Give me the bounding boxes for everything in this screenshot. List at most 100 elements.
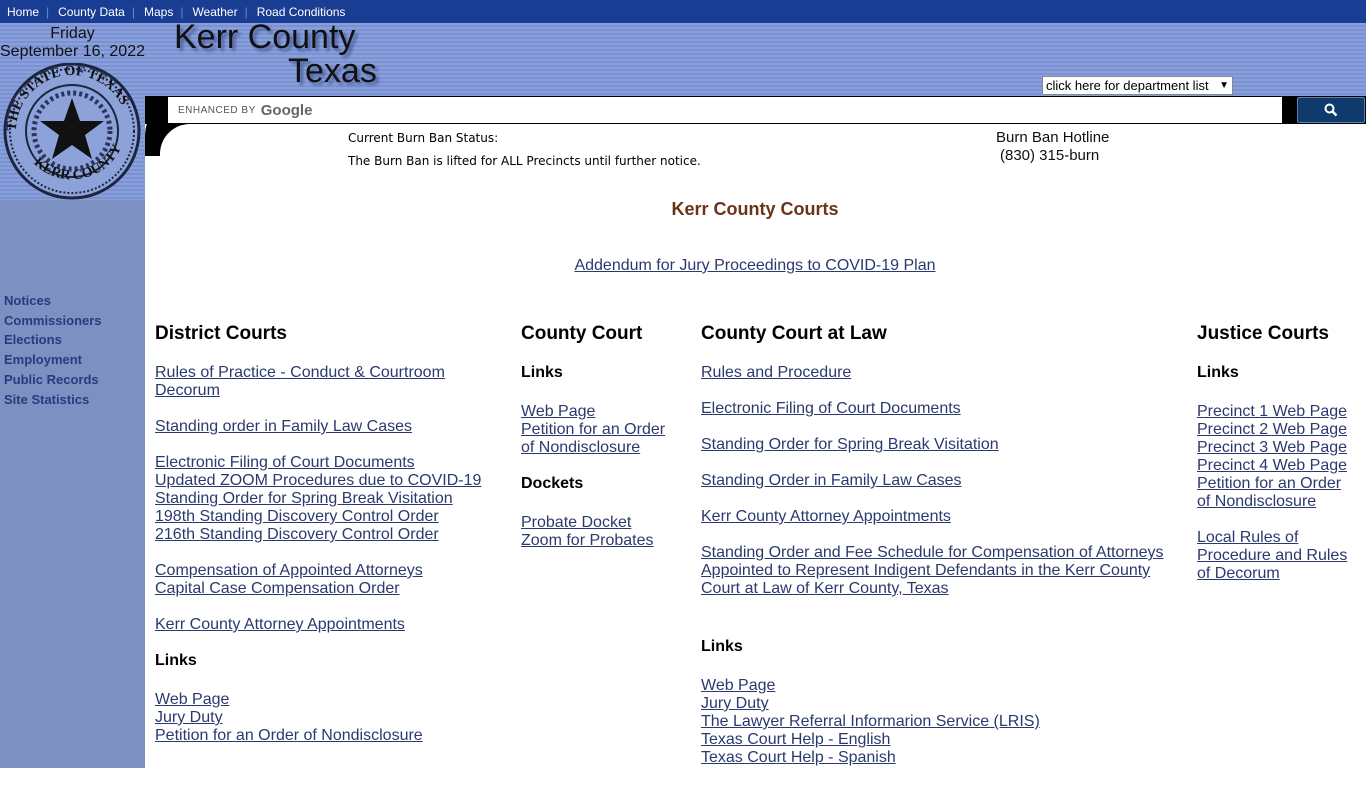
court-link[interactable]: Precinct 4 Web Page [1197, 457, 1357, 475]
sidebar-item-site-statistics[interactable]: Site Statistics [4, 390, 102, 410]
link-group: Rules of Practice - Conduct & Courtroom … [155, 364, 500, 400]
nav-home[interactable]: Home [7, 5, 39, 19]
burn-ban-label: Current Burn Ban Status: [348, 131, 499, 145]
court-link[interactable]: Capital Case Compensation Order [155, 580, 500, 598]
nav-county-data[interactable]: County Data [58, 5, 125, 19]
link-group: Kerr County Attorney Appointments [155, 616, 500, 634]
court-link[interactable]: Petition for an Order of Nondisclosure [1197, 475, 1357, 511]
court-link[interactable]: Web Page [521, 403, 681, 421]
court-link[interactable]: Standing Order in Family Law Cases [701, 472, 1176, 490]
subsection-heading: Links [155, 652, 197, 669]
column-county-court: County Court Links Web Page Petition for an… [521, 323, 681, 568]
subsection-heading: Dockets [521, 475, 584, 492]
link-group: Probate Docket Zoom for Probates [521, 514, 681, 550]
link-group: Standing Order in Family Law Cases [701, 472, 1176, 490]
court-link[interactable]: Texas Court Help - English [701, 731, 1176, 749]
addendum-container: Addendum for Jury Proceedings to COVID-1… [455, 257, 1055, 275]
court-link[interactable]: Web Page [701, 677, 1176, 695]
section-heading: District Courts [155, 323, 287, 344]
divider: | [46, 4, 50, 19]
page-title: Kerr County Courts [671, 199, 839, 219]
sidebar-links: Notices Commissioners Elections Employme… [4, 291, 102, 409]
date-full: September 16, 2022 [0, 43, 145, 60]
link-group: Web Page Jury Duty Petition for an Order o… [155, 691, 500, 745]
court-link[interactable]: Precinct 1 Web Page [1197, 403, 1357, 421]
court-link[interactable]: Compensation of Appointed Attorneys [155, 562, 500, 580]
nav-weather[interactable]: Weather [192, 5, 237, 19]
section-heading: County Court [521, 323, 643, 344]
court-link[interactable]: Web Page [155, 691, 500, 709]
column-justice-courts: Justice Courts Links Precinct 1 Web Page Pr… [1197, 323, 1357, 601]
decorative-curve-inner [160, 124, 220, 184]
court-link[interactable]: Standing Order for Spring Break Visitati… [701, 436, 1176, 454]
hotline-label: Burn Ban Hotline [996, 129, 1110, 146]
link-group: Standing Order for Spring Break Visitati… [701, 436, 1176, 454]
column-county-court-at-law: County Court at Law Rules and Procedure El… [701, 323, 1176, 785]
court-link[interactable]: Petition for an Order of Nondisclosure [155, 727, 500, 745]
court-link[interactable]: Kerr County Attorney Appointments [155, 616, 500, 634]
sidebar-item-notices[interactable]: Notices [4, 291, 102, 311]
addendum-link[interactable]: Addendum for Jury Proceedings to COVID-1… [574, 257, 935, 274]
county-seal-icon: THE STATE OF TEXAS KERR COUNTY [3, 63, 141, 200]
logo-line2: Texas [288, 52, 377, 90]
site-logo: Kerr County Texas [174, 20, 377, 88]
court-link[interactable]: Rules and Procedure [701, 364, 1176, 382]
court-link[interactable]: Petition for an Order of Nondisclosure [521, 421, 681, 457]
burn-ban-hotline: Burn Ban Hotline (830) 315-burn [996, 129, 1109, 165]
court-link[interactable]: Electronic Filing of Court Documents [701, 400, 1176, 418]
court-link[interactable]: Local Rules of Procedure and Rules of De… [1197, 529, 1357, 583]
chevron-down-icon: ▼ [1219, 80, 1229, 91]
burn-ban-status: The Burn Ban is lifted for ALL Precincts… [348, 154, 701, 168]
link-group: Electronic Filing of Court Documents Upda… [155, 454, 500, 544]
link-group: Standing order in Family Law Cases [155, 418, 500, 436]
sidebar-item-employment[interactable]: Employment [4, 350, 102, 370]
search-input[interactable]: ENHANCED BY Google [168, 97, 1282, 123]
search-placeholder: ENHANCED BY [178, 104, 256, 116]
nav-road-conditions[interactable]: Road Conditions [257, 5, 346, 19]
subsection-heading: Links [701, 638, 743, 655]
court-link[interactable]: Updated ZOOM Procedures due to COVID-19 [155, 472, 500, 490]
link-group: Electronic Filing of Court Documents [701, 400, 1176, 418]
subsection-heading: Links [521, 364, 563, 381]
current-date: Friday September 16, 2022 [0, 25, 145, 61]
subsection-heading: Links [1197, 364, 1239, 381]
court-link[interactable]: Texas Court Help - Spanish [701, 749, 1176, 767]
nav-maps[interactable]: Maps [144, 5, 173, 19]
sidebar-item-elections[interactable]: Elections [4, 330, 102, 350]
court-link[interactable]: 198th Standing Discovery Control Order [155, 508, 500, 526]
divider: | [244, 4, 248, 19]
section-heading: Justice Courts [1197, 323, 1329, 344]
department-select[interactable]: click here for department list ▼ [1042, 76, 1233, 95]
court-link[interactable]: Precinct 2 Web Page [1197, 421, 1357, 439]
search-icon [1324, 103, 1338, 117]
court-link[interactable]: 216th Standing Discovery Control Order [155, 526, 500, 544]
court-link[interactable]: Standing order in Family Law Cases [155, 418, 500, 436]
court-link[interactable]: Jury Duty [155, 709, 500, 727]
department-select-value: click here for department list [1046, 78, 1209, 93]
link-group: Compensation of Appointed Attorneys Capit… [155, 562, 500, 598]
court-link[interactable]: Jury Duty [701, 695, 1176, 713]
link-group: Web Page Petition for an Order of Nondisc… [521, 403, 681, 457]
court-link[interactable]: Kerr County Attorney Appointments [701, 508, 1176, 526]
court-link[interactable]: Precinct 3 Web Page [1197, 439, 1357, 457]
hotline-number: (830) 315-burn [1000, 147, 1100, 164]
court-link[interactable]: Standing Order and Fee Schedule for Comp… [701, 544, 1176, 598]
court-link[interactable]: Electronic Filing of Court Documents [155, 454, 500, 472]
court-link[interactable]: Standing Order for Spring Break Visitati… [155, 490, 500, 508]
link-group: Web Page Jury Duty The Lawyer Referral Inf… [701, 677, 1176, 767]
column-district-courts: District Courts Rules of Practice - Condu… [155, 323, 500, 763]
search-button[interactable] [1297, 97, 1365, 123]
court-link[interactable]: Probate Docket [521, 514, 681, 532]
sidebar-item-commissioners[interactable]: Commissioners [4, 311, 102, 331]
link-group: Local Rules of Procedure and Rules of De… [1197, 529, 1357, 583]
section-heading: County Court at Law [701, 323, 887, 344]
sidebar-item-public-records[interactable]: Public Records [4, 370, 102, 390]
court-link[interactable]: Zoom for Probates [521, 532, 681, 550]
link-group: Precinct 1 Web Page Precinct 2 Web Page Pr… [1197, 403, 1357, 511]
court-link[interactable]: The Lawyer Referral Informarion Service … [701, 713, 1176, 731]
link-group: Rules and Procedure [701, 364, 1176, 382]
court-link[interactable]: Rules of Practice - Conduct & Courtroom … [155, 364, 500, 400]
google-brand: Google [260, 101, 313, 119]
link-group: Standing Order and Fee Schedule for Comp… [701, 544, 1176, 598]
link-group: Kerr County Attorney Appointments [701, 508, 1176, 526]
